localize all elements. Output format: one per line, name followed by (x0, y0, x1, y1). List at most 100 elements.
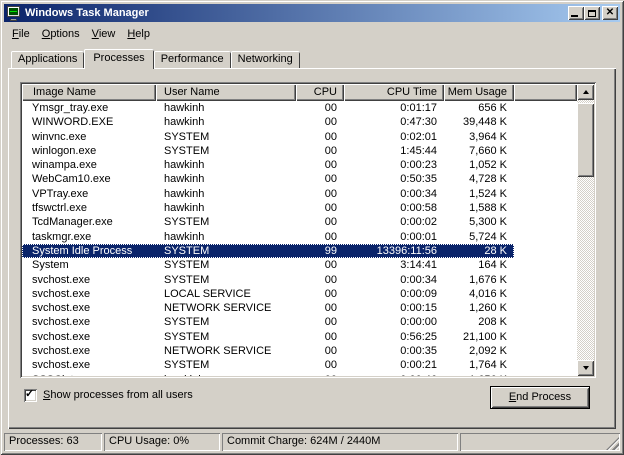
title-bar[interactable]: Windows Task Manager ✕ (4, 4, 620, 22)
maximize-button[interactable] (584, 6, 600, 20)
cell-user_name: hawkinh (156, 373, 296, 376)
show-all-users-label: Show processes from all users (43, 389, 193, 401)
cell-image_name: System Idle Process (22, 244, 156, 258)
cell-cpu_time: 0:00:02 (344, 215, 444, 229)
process-row[interactable]: svchost.exeLOCAL SERVICE000:00:094,016 K (22, 287, 577, 301)
process-row[interactable]: WINWORD.EXEhawkinh000:47:3039,448 K (22, 115, 577, 129)
cell-mem_usage: 2,092 K (444, 344, 514, 358)
cell-cpu_time: 0:01:17 (344, 101, 444, 115)
cell-image_name: SSSClnt.exe (22, 373, 156, 376)
cell-user_name: SYSTEM (156, 258, 296, 272)
process-row[interactable]: svchost.exeSYSTEM000:00:341,676 K (22, 273, 577, 287)
menu-view[interactable]: View (86, 26, 122, 42)
process-row[interactable]: TcdManager.exeSYSTEM000:00:025,300 K (22, 215, 577, 229)
scroll-up-button[interactable] (577, 84, 594, 100)
cell-user_name: hawkinh (156, 172, 296, 186)
menu-options[interactable]: Options (36, 26, 86, 42)
cell-blank (514, 330, 577, 344)
cell-mem_usage: 7,660 K (444, 144, 514, 158)
process-row[interactable]: svchost.exeNETWORK SERVICE000:00:352,092… (22, 344, 577, 358)
process-row[interactable]: SystemSYSTEM003:14:41164 K (22, 258, 577, 272)
cell-mem_usage: 208 K (444, 315, 514, 329)
process-row[interactable]: svchost.exeSYSTEM000:00:00208 K (22, 315, 577, 329)
cell-image_name: taskmgr.exe (22, 230, 156, 244)
status-cpu-usage: CPU Usage: 0% (104, 433, 220, 451)
cell-image_name: svchost.exe (22, 330, 156, 344)
cell-blank (514, 301, 577, 315)
process-row[interactable]: winvnc.exeSYSTEM000:02:013,964 K (22, 130, 577, 144)
cell-blank (514, 230, 577, 244)
cell-user_name: NETWORK SERVICE (156, 344, 296, 358)
cell-cpu_time: 1:45:44 (344, 144, 444, 158)
cell-mem_usage: 1,676 K (444, 273, 514, 287)
monitor-stand-shape (10, 19, 17, 21)
cell-cpu_time: 0:00:01 (344, 230, 444, 244)
cell-blank (514, 273, 577, 287)
scroll-down-button[interactable] (577, 360, 594, 376)
row-main: svchost.exeSYSTEM000:00:341,676 K (22, 273, 514, 287)
cell-image_name: tfswctrl.exe (22, 201, 156, 215)
cell-cpu_time: 0:56:25 (344, 330, 444, 344)
scrollbar-thumb[interactable] (577, 103, 594, 177)
tab-processes[interactable]: Processes (84, 49, 153, 69)
cell-mem_usage: 1,260 K (444, 301, 514, 315)
end-process-button[interactable]: End Process (490, 386, 590, 409)
process-row[interactable]: svchost.exeSYSTEM000:56:2521,100 K (22, 330, 577, 344)
cell-user_name: SYSTEM (156, 358, 296, 372)
process-row[interactable]: svchost.exeNETWORK SERVICE000:00:151,260… (22, 301, 577, 315)
cell-cpu: 00 (296, 115, 344, 129)
cell-cpu_time: 0:47:30 (344, 115, 444, 129)
cell-mem_usage: 3,964 K (444, 130, 514, 144)
cell-image_name: svchost.exe (22, 273, 156, 287)
row-main: WINWORD.EXEhawkinh000:47:3039,448 K (22, 115, 514, 129)
column-header-blank[interactable] (514, 84, 577, 101)
column-header-user_name[interactable]: User Name (156, 84, 296, 101)
tab-performance[interactable]: Performance (154, 51, 231, 68)
cell-blank (514, 187, 577, 201)
cell-blank (514, 344, 577, 358)
cell-user_name: SYSTEM (156, 215, 296, 229)
cell-user_name: hawkinh (156, 230, 296, 244)
minimize-button[interactable] (568, 6, 584, 20)
cell-image_name: WINWORD.EXE (22, 115, 156, 129)
cell-cpu_time: 0:00:23 (344, 158, 444, 172)
cell-cpu: 00 (296, 158, 344, 172)
row-main: winvnc.exeSYSTEM000:02:013,964 K (22, 130, 514, 144)
cell-image_name: winvnc.exe (22, 130, 156, 144)
cell-cpu: 00 (296, 144, 344, 158)
list-header: Image NameUser NameCPUCPU TimeMem Usage (22, 84, 577, 101)
resize-grip-icon[interactable] (606, 437, 619, 450)
cell-cpu: 00 (296, 373, 344, 376)
process-row[interactable]: winlogon.exeSYSTEM001:45:447,660 K (22, 144, 577, 158)
show-all-users-checkbox[interactable]: ✓ (24, 389, 37, 402)
process-row[interactable]: WebCam10.exehawkinh000:50:354,728 K (22, 172, 577, 186)
cell-cpu_time: 0:00:21 (344, 358, 444, 372)
cell-mem_usage: 28 K (444, 244, 514, 258)
cell-image_name: WebCam10.exe (22, 172, 156, 186)
process-row[interactable]: tfswctrl.exehawkinh000:00:581,588 K (22, 201, 577, 215)
process-row[interactable]: svchost.exeSYSTEM000:00:211,764 K (22, 358, 577, 372)
tab-networking[interactable]: Networking (231, 51, 300, 68)
cell-user_name: SYSTEM (156, 315, 296, 329)
cell-image_name: TcdManager.exe (22, 215, 156, 229)
close-button[interactable]: ✕ (602, 6, 618, 20)
process-row[interactable]: winampa.exehawkinh000:00:231,052 K (22, 158, 577, 172)
vertical-scrollbar[interactable] (577, 84, 594, 376)
process-row[interactable]: taskmgr.exehawkinh000:00:015,724 K (22, 230, 577, 244)
menu-bar: FileOptionsViewHelp (6, 24, 618, 43)
column-header-cpu_time[interactable]: CPU Time (344, 84, 444, 101)
column-header-image_name[interactable]: Image Name (22, 84, 156, 101)
column-header-cpu[interactable]: CPU (296, 84, 344, 101)
cell-image_name: svchost.exe (22, 344, 156, 358)
process-row[interactable]: VPTray.exehawkinh000:00:341,524 K (22, 187, 577, 201)
column-header-mem_usage[interactable]: Mem Usage (444, 84, 514, 101)
process-row[interactable]: SSSClnt.exehawkinh000:00:461,656 K (22, 373, 577, 376)
process-row-selected[interactable]: System Idle ProcessSYSTEM9913396:11:5628… (22, 244, 577, 258)
list-rows: Ymsgr_tray.exehawkinh000:01:17656 KWINWO… (22, 101, 577, 376)
menu-help[interactable]: Help (121, 26, 156, 42)
tab-applications[interactable]: Applications (11, 51, 84, 68)
cell-user_name: SYSTEM (156, 244, 296, 258)
cell-mem_usage: 4,016 K (444, 287, 514, 301)
menu-file[interactable]: File (6, 26, 36, 42)
process-row[interactable]: Ymsgr_tray.exehawkinh000:01:17656 K (22, 101, 577, 115)
